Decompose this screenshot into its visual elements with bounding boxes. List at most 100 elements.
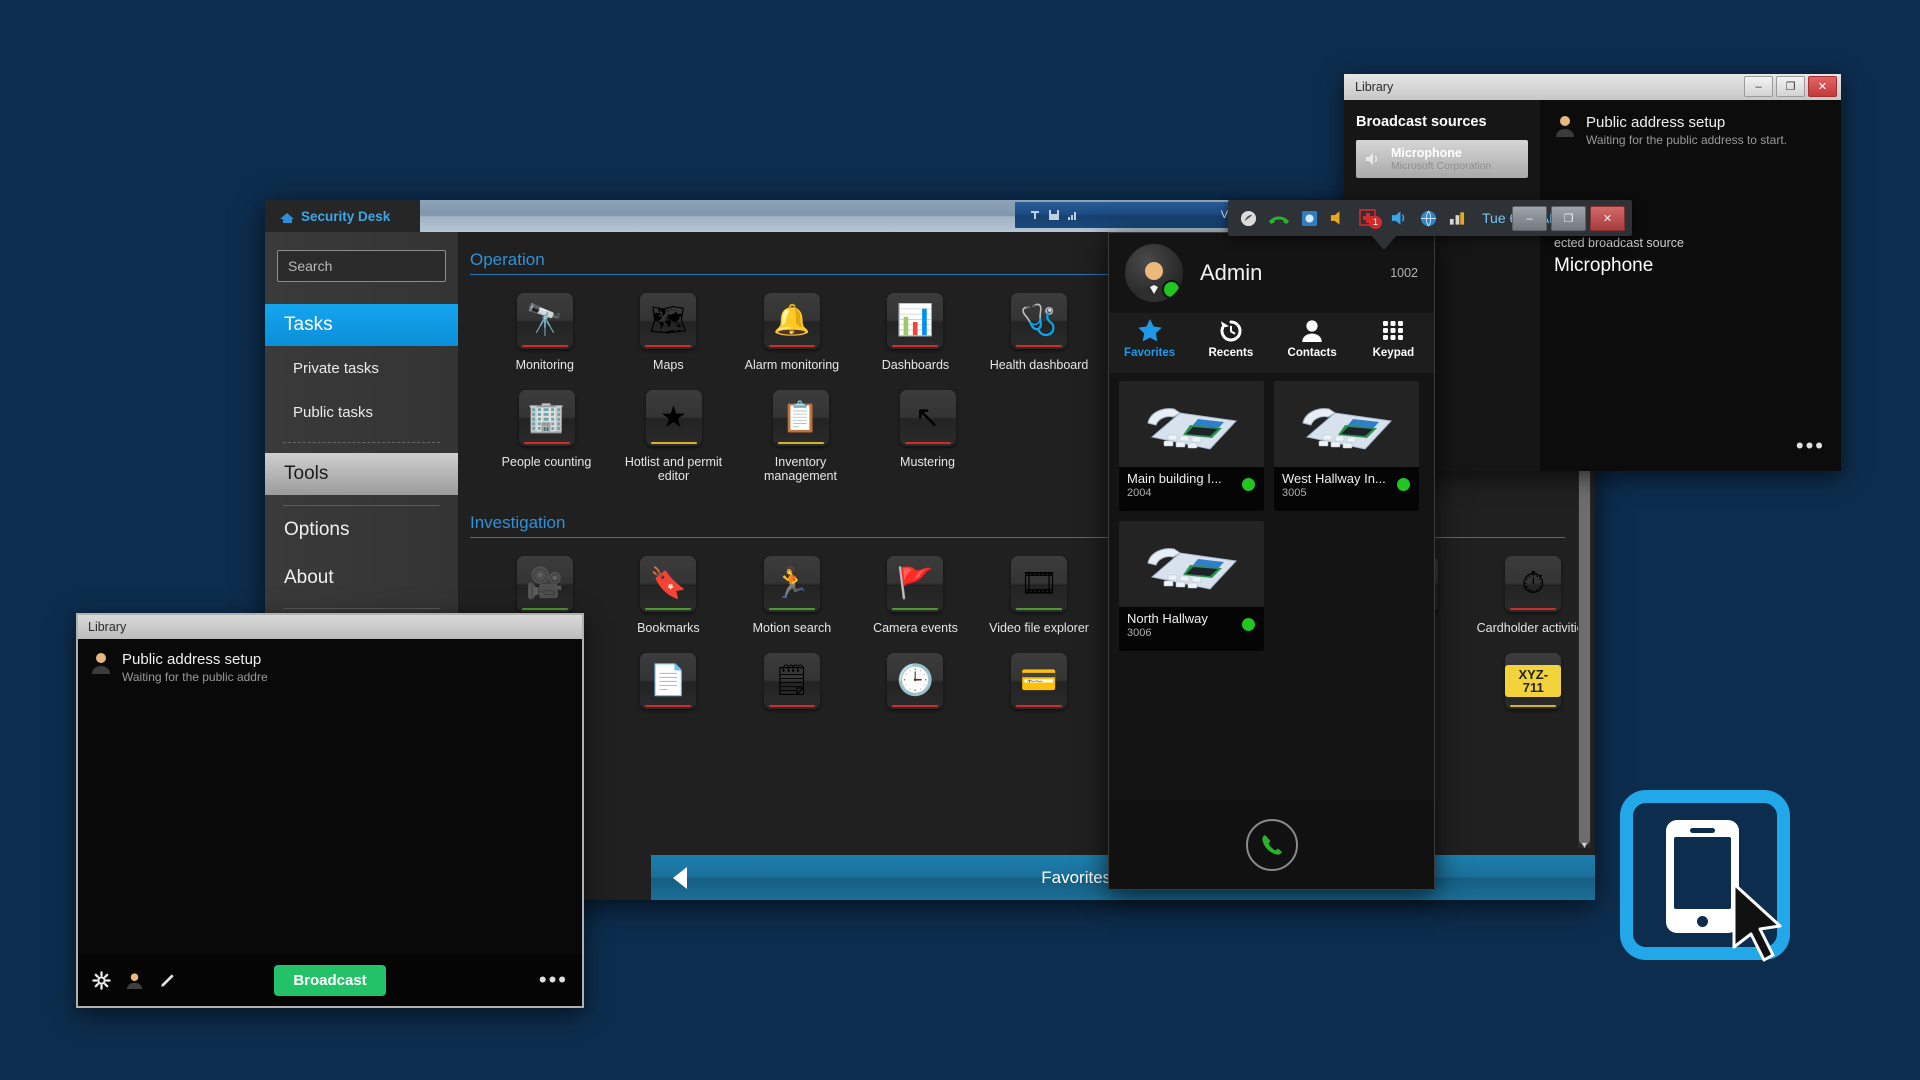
task-item-label: Camera events	[854, 621, 978, 635]
task-accent-underline	[892, 705, 938, 707]
close-button[interactable]: ✕	[1590, 206, 1625, 231]
sidebar-item-options[interactable]: Options	[265, 506, 458, 554]
restore-button[interactable]: ❐	[1551, 206, 1586, 231]
task-accent-underline	[651, 442, 697, 444]
task-icon-glyph: 💳	[1020, 666, 1057, 696]
scroll-down-arrow[interactable]: ▼	[1578, 840, 1591, 852]
task-item-hotlist-permit-editor-icon[interactable]: ★Hotlist and permit editor	[610, 390, 737, 483]
person-icon[interactable]	[125, 971, 144, 990]
sidebar-item-about[interactable]: About	[265, 554, 458, 602]
tab-recents[interactable]: Recents	[1190, 313, 1271, 373]
tab-keypad[interactable]: Keypad	[1353, 313, 1434, 373]
keypad-icon	[1353, 317, 1434, 343]
contact-name: North Hallway	[1127, 611, 1256, 626]
close-button[interactable]: ✕	[1808, 76, 1837, 97]
minimize-button[interactable]: –	[1512, 206, 1547, 231]
row3-icon-4: 🕒	[887, 653, 943, 709]
task-icon-glyph: 🎥	[526, 569, 563, 599]
task-accent-underline	[645, 345, 691, 347]
task-item-maps-icon[interactable]: 🗺Maps	[607, 293, 731, 372]
source-item-microphone[interactable]: Microphone Microsoft Corporation	[1356, 140, 1528, 178]
task-icon-glyph: 🔭	[526, 306, 563, 336]
restore-button[interactable]: ❐	[1776, 76, 1805, 97]
phone-user-extension: 1002	[1390, 266, 1418, 280]
more-options-button[interactable]: •••	[539, 967, 568, 993]
task-accent-underline	[522, 608, 568, 610]
gear-icon[interactable]	[92, 971, 111, 990]
row3-icon-5: 💳	[1011, 653, 1067, 709]
tab-label: Recents	[1190, 347, 1271, 359]
library-bottom-title-bar: Library	[78, 615, 582, 639]
mustering-icon: ↖	[900, 390, 956, 446]
sidebar-item-public-tasks[interactable]: Public tasks	[265, 390, 458, 434]
task-accent-underline	[905, 442, 951, 444]
task-item-cardholder-activities-icon[interactable]: ⏱Cardholder activities	[1472, 556, 1596, 635]
task-icon-glyph: 📋	[782, 403, 819, 433]
task-item-bookmarks-icon[interactable]: 🔖Bookmarks	[607, 556, 731, 635]
task-item-label: People counting	[483, 455, 610, 469]
phone-contact-card[interactable]: West Hallway In...3005	[1274, 381, 1419, 511]
genetec-icon[interactable]	[1240, 210, 1257, 227]
sidebar-item-label: About	[284, 567, 334, 589]
tab-contacts[interactable]: Contacts	[1272, 313, 1353, 373]
microphone-icon[interactable]	[158, 971, 177, 990]
task-item-alarm-monitoring-icon[interactable]: 🔔Alarm monitoring	[730, 293, 854, 372]
phone-speaker	[1690, 828, 1715, 833]
task-accent-underline	[1510, 608, 1556, 610]
task-icon-glyph: 🔖	[650, 569, 687, 599]
task-item-inventory-management-icon[interactable]: 📋Inventory management	[737, 390, 864, 483]
task-item-label: Alarm monitoring	[730, 358, 854, 372]
phone-contact-card[interactable]: North Hallway3006	[1119, 521, 1264, 651]
row3-icon-3: 🗒	[764, 653, 820, 709]
search-input[interactable]: Search	[277, 250, 446, 282]
health-alert-icon[interactable]: 1	[1359, 209, 1379, 227]
people-counting-icon: 🏢	[519, 390, 575, 446]
contact-footer: North Hallway3006	[1119, 607, 1264, 651]
task-item-row3-icon-4[interactable]: 🕒	[854, 653, 978, 718]
camera-events-icon: 🚩	[887, 556, 943, 612]
public-address-status: Waiting for the public addre	[122, 670, 268, 684]
sidebar-item-tasks[interactable]: Tasks	[265, 304, 458, 346]
tab-security-desk[interactable]: Security Desk	[265, 200, 420, 232]
task-item-dashboards-icon[interactable]: 📊Dashboards	[854, 293, 978, 372]
health-dashboard-icon: 🩺	[1011, 293, 1067, 349]
more-options-button[interactable]: •••	[1796, 433, 1825, 459]
task-accent-underline	[769, 608, 815, 610]
task-item-motion-search-icon[interactable]: 🏃Motion search	[730, 556, 854, 635]
task-item-label: Dashboards	[854, 358, 978, 372]
camera-icon[interactable]	[1301, 210, 1318, 227]
network-icon[interactable]	[1420, 210, 1437, 227]
public-address-person-icon	[1554, 114, 1576, 138]
call-button[interactable]	[1246, 819, 1298, 871]
task-item-health-dashboard-icon[interactable]: 🩺Health dashboard	[977, 293, 1101, 372]
contact-extension: 2004	[1127, 487, 1256, 499]
task-item-mustering-icon[interactable]: ↖Mustering	[864, 390, 991, 483]
footer-tools	[92, 971, 177, 990]
task-item-license-plate-icon[interactable]: XYZ-711	[1472, 653, 1596, 718]
phone-contacts-grid: Main building I...2004West Hallway In...…	[1119, 381, 1424, 651]
minimize-button[interactable]: –	[1744, 76, 1773, 97]
chart-icon[interactable]	[1448, 210, 1465, 226]
task-item-people-counting-icon[interactable]: 🏢 People counting	[483, 390, 610, 483]
contact-footer: Main building I...2004	[1119, 467, 1264, 511]
task-item-row3-icon-3[interactable]: 🗒	[730, 653, 854, 718]
task-item-row3-icon-5[interactable]: 💳	[977, 653, 1101, 718]
tab-favorites[interactable]: Favorites	[1109, 313, 1190, 373]
mobile-phone-icon	[1666, 820, 1739, 933]
volume-icon[interactable]	[1390, 210, 1409, 226]
phone-handset-icon[interactable]	[1268, 211, 1290, 226]
status-indicator	[1162, 280, 1181, 299]
phone-contact-card[interactable]: Main building I...2004	[1119, 381, 1264, 511]
task-item-camera-events-icon[interactable]: 🚩 Camera events	[854, 556, 978, 635]
task-item-monitoring-icon[interactable]: 🔭Monitoring	[483, 293, 607, 372]
speaker-mute-icon[interactable]	[1329, 210, 1348, 226]
source-name: Microphone	[1391, 146, 1491, 160]
selected-source-label: ected broadcast source	[1554, 236, 1684, 250]
broadcast-button[interactable]: Broadcast	[274, 965, 386, 996]
sidebar-item-tools[interactable]: Tools	[265, 453, 458, 495]
task-accent-underline	[778, 442, 824, 444]
task-item-video-file-explorer-icon[interactable]: 🎞Video file explorer	[977, 556, 1101, 635]
phone-panel: Admin 1002 Favorites Recents	[1108, 232, 1435, 890]
sidebar-item-private-tasks[interactable]: Private tasks	[265, 346, 458, 390]
task-item-row3-icon-2[interactable]: 📄	[607, 653, 731, 718]
